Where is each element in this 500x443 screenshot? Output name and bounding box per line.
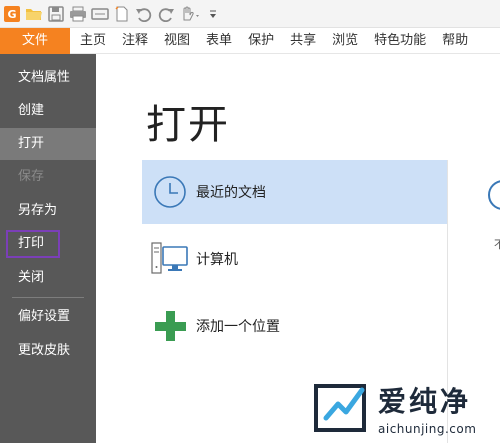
customize-icon[interactable] (208, 4, 218, 24)
open-option-recent-documents[interactable]: 最近的文档 (142, 160, 447, 224)
tab-form[interactable]: 表单 (198, 28, 240, 54)
plus-icon (150, 306, 190, 346)
sidebar-item-save-as[interactable]: 另存为 (0, 195, 96, 227)
print-icon[interactable] (68, 4, 88, 24)
sidebar-divider (12, 297, 84, 298)
tab-browse[interactable]: 浏览 (324, 28, 366, 54)
tab-file[interactable]: 文件 (0, 27, 70, 54)
sidebar-item-open[interactable]: 打开 (0, 128, 96, 160)
sidebar-item-change-skin[interactable]: 更改皮肤 (0, 335, 96, 367)
tab-features[interactable]: 特色功能 (366, 28, 434, 54)
sidebar-item-close[interactable]: 关闭 (0, 262, 96, 294)
print-highlight-box (6, 230, 60, 258)
redo-icon[interactable] (156, 4, 176, 24)
sidebar-item-preferences[interactable]: 偏好设置 (0, 301, 96, 333)
open-folder-icon[interactable] (24, 4, 44, 24)
save-icon[interactable] (46, 4, 66, 24)
ribbon-tabs: 文件 主页 注释 视图 表单 保护 共享 浏览 特色功能 帮助 (0, 27, 500, 54)
open-option-computer[interactable]: 计算机 (142, 227, 447, 291)
watermark-url: aichunjing.com (378, 422, 477, 436)
right-panel-clock-icon (488, 180, 500, 210)
open-option-add-location[interactable]: 添加一个位置 (142, 294, 447, 358)
watermark-logo-icon (314, 384, 366, 432)
undo-icon[interactable] (134, 4, 154, 24)
hand-tool-icon[interactable] (178, 4, 206, 24)
new-doc-icon[interactable] (112, 4, 132, 24)
scan-icon[interactable] (90, 4, 110, 24)
watermark-title: 爱纯净 (378, 385, 472, 418)
app-logo-icon[interactable]: G (2, 4, 22, 24)
quick-access-toolbar: G (0, 0, 500, 28)
computer-icon (150, 239, 190, 279)
tab-protect[interactable]: 保护 (240, 28, 282, 54)
tab-share[interactable]: 共享 (282, 28, 324, 54)
open-option-label: 最近的文档 (196, 185, 266, 201)
tab-home[interactable]: 主页 (72, 28, 114, 54)
watermark: 爱纯净 aichunjing.com (312, 378, 500, 440)
tab-view[interactable]: 视图 (156, 28, 198, 54)
tab-help[interactable]: 帮助 (434, 28, 476, 54)
sidebar-item-document-properties[interactable]: 文档属性 (0, 62, 96, 94)
open-option-label: 添加一个位置 (196, 319, 280, 335)
page-title: 打开 (146, 102, 230, 148)
right-panel-text: 不 (494, 238, 500, 251)
clock-icon (150, 172, 190, 212)
sidebar-item-save: 保存 (18, 169, 45, 184)
svg-text:G: G (7, 8, 16, 21)
open-option-label: 计算机 (196, 252, 238, 268)
tab-comment[interactable]: 注释 (114, 28, 156, 54)
sidebar-item-create[interactable]: 创建 (0, 95, 96, 127)
